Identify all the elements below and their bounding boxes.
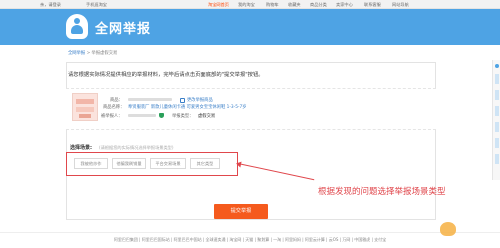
- side-tool-icon[interactable]: [495, 64, 499, 68]
- edit-icon[interactable]: [180, 98, 185, 103]
- scenario-hint: (请根据您的实际情况选择举报场景类型): [99, 145, 174, 150]
- annotation-text: 根据发现的问题选择举报场景类型: [318, 187, 446, 197]
- goods-id-redacted: [128, 98, 172, 101]
- instruction-text: 请您根据实际情况提供相应的举报材料，完毕后请点击页面底部的"提交举报"按钮。: [68, 72, 264, 78]
- change-product-link[interactable]: 更改举报商品: [187, 97, 213, 103]
- goods-name-label: 商品名称：: [103, 105, 125, 110]
- customer-service-link[interactable]: 联系客服: [364, 2, 381, 8]
- page-title: 全网举报: [95, 22, 152, 37]
- scenario-label: 选择场景:: [70, 145, 92, 151]
- seller-label: 被举报人：: [101, 114, 123, 119]
- side-tool-tab[interactable]: [495, 74, 499, 84]
- report-type-label: 举报类型：: [172, 114, 194, 119]
- side-tool-tab[interactable]: [495, 138, 499, 148]
- scenario-option-4[interactable]: 其它类型: [190, 158, 220, 169]
- breadcrumb: 全网举报 > 举报虚假交易: [68, 50, 117, 56]
- scenario-option-2[interactable]: 他骗我刷销量: [112, 158, 146, 169]
- watermark-logo: [426, 222, 486, 244]
- seller-center-link[interactable]: 卖家中心: [336, 2, 353, 8]
- report-type-value: 虚假交易: [198, 114, 216, 119]
- footer-links: 阿里巴巴集团 | 阿里巴巴国际站 | 阿里巴巴中国站 | 全球速卖通 | 淘宝网…: [0, 232, 500, 248]
- goods-label: 商品：: [110, 98, 123, 103]
- side-tool-tab[interactable]: [495, 90, 499, 100]
- cart-link[interactable]: 购物车: [266, 2, 279, 8]
- categories-link[interactable]: 商品分类: [310, 2, 327, 8]
- side-tool-tab[interactable]: [495, 122, 499, 132]
- breadcrumb-current: 举报虚假交易: [91, 51, 118, 56]
- report-logo-icon: [66, 14, 88, 39]
- side-tool-tab[interactable]: [495, 106, 499, 116]
- taobao-home-link[interactable]: 淘宝网首页: [208, 2, 229, 8]
- breadcrumb-separator: >: [86, 51, 91, 56]
- my-taobao-link[interactable]: 我的淘宝: [238, 2, 255, 8]
- side-tool-tab[interactable]: [495, 154, 499, 164]
- side-toolbar: [492, 60, 500, 180]
- scenario-option-1[interactable]: 我被他炒作: [74, 158, 108, 169]
- mobile-taobao-link[interactable]: 手机逛淘宝: [86, 2, 107, 8]
- scenario-option-3[interactable]: 平台交易场景: [150, 158, 186, 169]
- submit-report-button[interactable]: 提交举报: [214, 204, 268, 219]
- breadcrumb-home[interactable]: 全网举报: [68, 51, 85, 56]
- shield-icon: [159, 113, 164, 118]
- seller-name-redacted: [128, 114, 156, 117]
- goods-name-link[interactable]: 奉贤服装厂 新款儿童休闲卡通 可爱男女宝宝休闲鞋 1-3-5-7岁: [128, 104, 247, 110]
- product-image: [72, 93, 98, 121]
- favorites-link[interactable]: 收藏夹: [288, 2, 301, 8]
- login-link[interactable]: 亲，请登录: [40, 2, 61, 8]
- top-navigation-bar: 亲，请登录 手机逛淘宝 淘宝网首页 我的淘宝 购物车 收藏夹 商品分类 卖家中心…: [0, 0, 500, 9]
- site-nav-link[interactable]: 网站导航: [392, 2, 409, 8]
